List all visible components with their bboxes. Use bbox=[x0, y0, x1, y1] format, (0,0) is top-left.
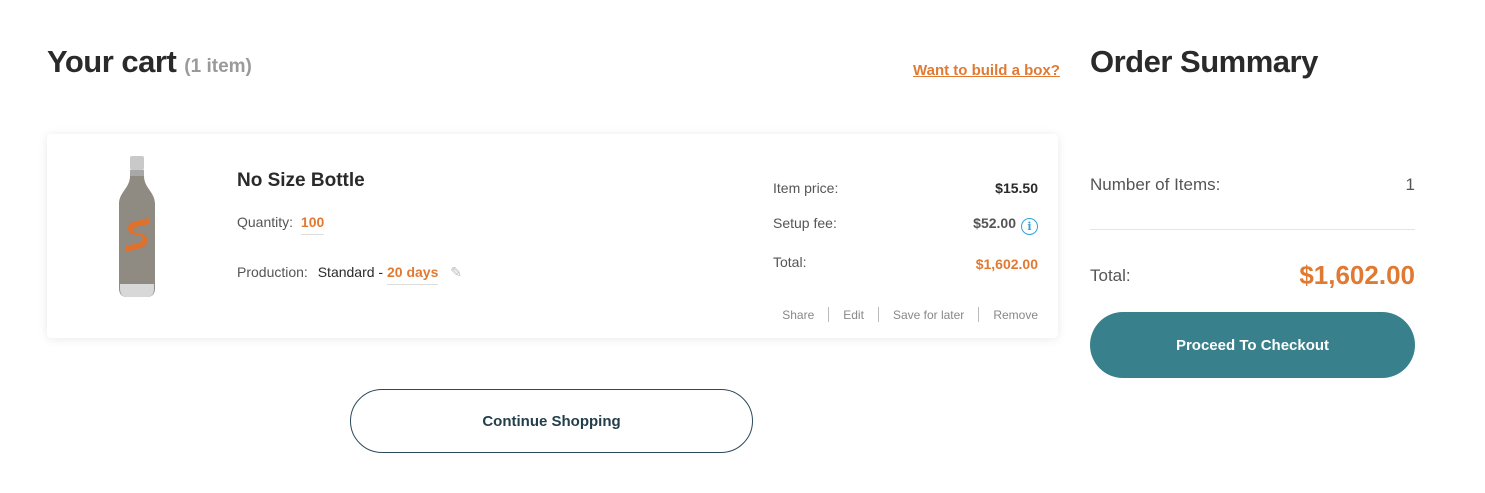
proceed-to-checkout-button[interactable]: Proceed To Checkout bbox=[1090, 312, 1415, 378]
production-label: Production: bbox=[237, 264, 308, 280]
cart-item-count: (1 item) bbox=[184, 56, 252, 77]
summary-total-value: $1,602.00 bbox=[1299, 260, 1415, 290]
product-name[interactable]: No Size Bottle bbox=[237, 170, 365, 192]
number-of-items-value: 1 bbox=[1405, 175, 1415, 194]
item-price-label: Item price: bbox=[773, 180, 839, 196]
order-summary-title: Order Summary bbox=[1090, 44, 1318, 79]
production-days[interactable]: 20 days bbox=[386, 264, 439, 285]
save-for-later-link[interactable]: Save for later bbox=[879, 308, 978, 322]
setup-fee-label: Setup fee: bbox=[773, 215, 837, 231]
production-type: Standard - bbox=[317, 264, 384, 280]
quantity-label: Quantity: bbox=[237, 214, 294, 230]
edit-link[interactable]: Edit bbox=[829, 308, 878, 322]
bottle-product-image[interactable] bbox=[117, 156, 157, 298]
info-icon[interactable]: i bbox=[1021, 218, 1038, 235]
summary-divider bbox=[1090, 229, 1415, 230]
quantity-value[interactable]: 100 bbox=[300, 214, 325, 235]
pencil-icon[interactable]: ✎ bbox=[450, 264, 462, 281]
item-price-value: $15.50 bbox=[995, 180, 1038, 196]
remove-link[interactable]: Remove bbox=[979, 308, 1038, 322]
setup-fee-row: $52.00 i bbox=[973, 215, 1038, 235]
item-total-label: Total: bbox=[773, 254, 807, 270]
setup-fee-value: $52.00 bbox=[973, 215, 1016, 231]
quantity-row: Quantity: 100 bbox=[237, 214, 325, 235]
cart-title: Your cart (1 item) bbox=[47, 44, 252, 80]
production-row: Production: Standard - 20 days ✎ bbox=[237, 264, 462, 285]
continue-shopping-button[interactable]: Continue Shopping bbox=[350, 389, 753, 453]
item-total-value: $1,602.00 bbox=[975, 256, 1038, 272]
build-box-link[interactable]: Want to build a box? bbox=[913, 62, 1060, 79]
item-actions: Share Edit Save for later Remove bbox=[768, 307, 1038, 322]
share-link[interactable]: Share bbox=[768, 308, 828, 322]
cart-title-text: Your cart bbox=[47, 44, 177, 79]
cart-item-card: No Size Bottle Quantity: 100 Production:… bbox=[47, 134, 1058, 338]
